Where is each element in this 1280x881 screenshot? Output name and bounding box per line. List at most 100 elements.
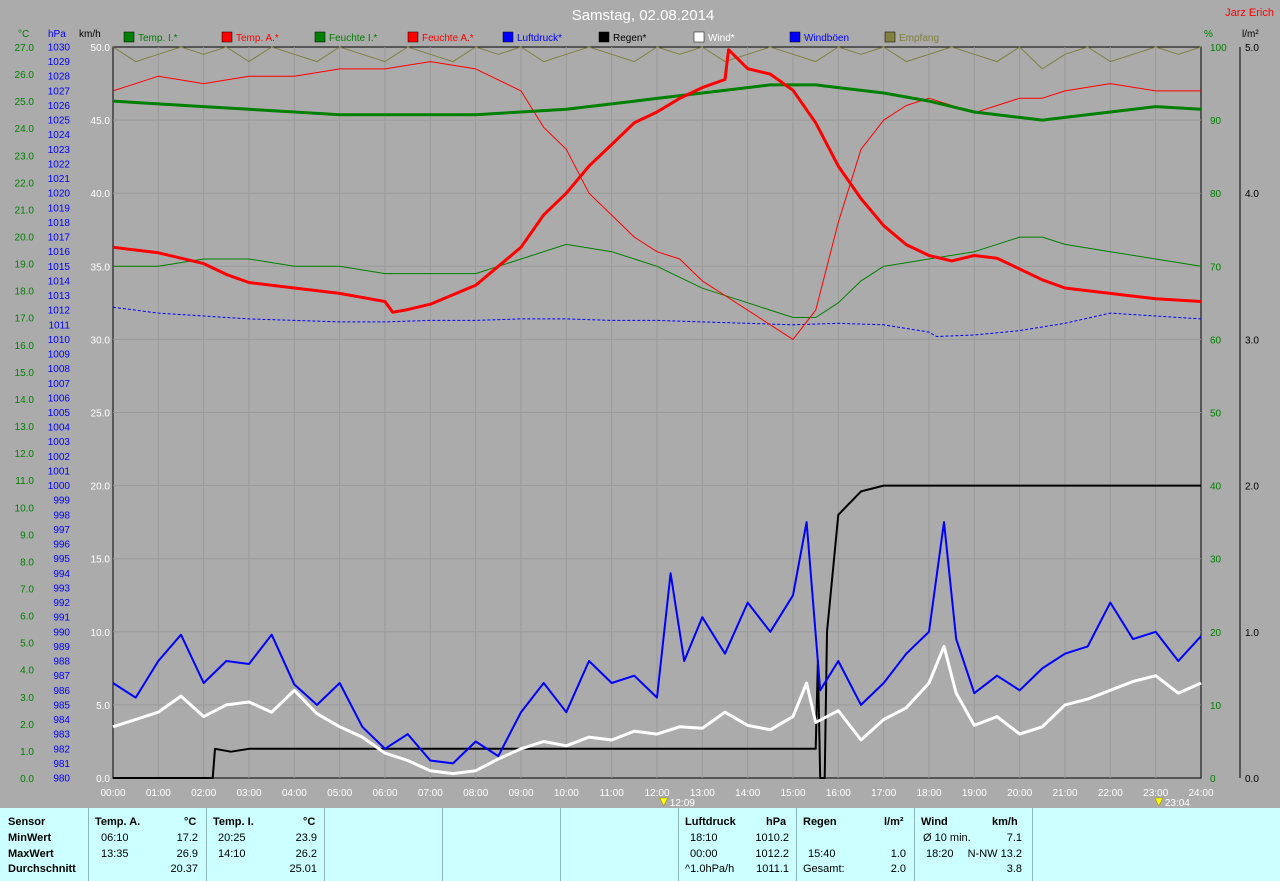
hpa-tick-label: 995 <box>53 554 70 565</box>
luftdruck-min-time: 18:10 <box>690 832 718 844</box>
celsius-tick-label: 19.0 <box>15 260 35 271</box>
temp-a-max-value: 26.9 <box>176 848 198 860</box>
x-tick-label: 02:00 <box>191 788 216 799</box>
celsius-tick-label: 5.0 <box>20 639 34 650</box>
hpa-tick-label: 1019 <box>48 203 71 214</box>
x-tick-label: 19:00 <box>962 788 987 799</box>
hpa-tick-label: 1006 <box>48 393 71 404</box>
time-marker-label: 12:09 <box>670 798 695 808</box>
luftdruck-header: Luftdruck <box>685 816 736 828</box>
percent-tick-label: 20 <box>1210 628 1222 639</box>
hpa-tick-label: 982 <box>53 744 70 755</box>
legend-swatch <box>884 31 896 43</box>
luftdruck-trend: ^1.0hPa/h <box>685 863 735 875</box>
celsius-tick-label: 1.0 <box>20 747 34 758</box>
hpa-tick-label: 989 <box>53 642 70 653</box>
hpa-tick-label: 993 <box>53 583 70 594</box>
celsius-tick-label: 7.0 <box>20 584 34 595</box>
regen-unit: l/m² <box>884 816 904 828</box>
hpa-tick-label: 991 <box>53 613 70 624</box>
hpa-tick-label: 984 <box>53 715 70 726</box>
celsius-tick-label: 14.0 <box>15 395 35 406</box>
temp-i-max-value: 26.2 <box>295 848 317 860</box>
luftdruck-unit: hPa <box>766 816 787 828</box>
celsius-tick-label: 13.0 <box>15 422 35 433</box>
panel-separator <box>324 808 325 881</box>
x-tick-label: 09:00 <box>508 788 533 799</box>
percent-tick-label: 10 <box>1210 701 1222 712</box>
wind-unit: km/h <box>992 816 1018 828</box>
hpa-tick-label: 988 <box>53 657 70 668</box>
hpa-tick-label: 1018 <box>48 218 71 229</box>
hpa-unit-label: hPa <box>48 29 66 40</box>
x-tick-label: 18:00 <box>916 788 941 799</box>
hpa-tick-label: 1013 <box>48 291 71 302</box>
hpa-tick-label: 1007 <box>48 379 71 390</box>
hpa-tick-label: 1022 <box>48 159 71 170</box>
legend-swatch <box>598 31 610 43</box>
celsius-tick-label: 15.0 <box>15 368 35 379</box>
kmh-unit-label: km/h <box>79 29 101 40</box>
hpa-tick-label: 986 <box>53 686 70 697</box>
celsius-tick-label: 11.0 <box>15 476 34 487</box>
rain-tick-label: 4.0 <box>1245 189 1259 200</box>
x-tick-label: 14:00 <box>735 788 760 799</box>
legend-swatch <box>123 31 135 43</box>
hpa-tick-label: 1002 <box>48 452 71 463</box>
celsius-tick-label: 10.0 <box>15 503 35 514</box>
hpa-tick-label: 1016 <box>48 247 71 258</box>
legend-swatch <box>693 31 705 43</box>
percent-tick-label: 50 <box>1210 409 1222 420</box>
x-tick-label: 10:00 <box>554 788 579 799</box>
wind-avg-value: 3.8 <box>1006 863 1022 875</box>
percent-tick-label: 30 <box>1210 555 1222 566</box>
hpa-tick-label: 1020 <box>48 189 71 200</box>
temp-a-min-time: 06:10 <box>101 832 129 844</box>
rain-tick-label: 0.0 <box>1245 774 1259 785</box>
legend-label: Temp. I.* <box>138 33 178 44</box>
celsius-tick-label: 6.0 <box>20 612 34 623</box>
hpa-tick-label: 1005 <box>48 408 71 419</box>
temp-a-header: Temp. A. <box>95 816 141 828</box>
legend-label: Luftdruck* <box>517 33 562 44</box>
wind-avg10-label: Ø 10 min. <box>923 832 971 844</box>
temp-i-min-time: 20:25 <box>218 832 246 844</box>
hpa-tick-label: 987 <box>53 671 70 682</box>
hpa-tick-label: 997 <box>53 525 70 536</box>
kmh-tick-label: 10.0 <box>91 628 111 639</box>
x-tick-label: 07:00 <box>418 788 443 799</box>
legend-label: Feuchte I.* <box>329 33 377 44</box>
hpa-tick-label: 1029 <box>48 57 71 68</box>
luftdruck-max-value: 1012.2 <box>755 848 789 860</box>
celsius-tick-label: 12.0 <box>15 449 35 460</box>
temp-i-header: Temp. I. <box>213 816 254 828</box>
kmh-tick-label: 40.0 <box>91 189 111 200</box>
statistics-panel: Sensor MinWert MaxWert Durchschnitt Temp… <box>0 808 1280 881</box>
hpa-tick-label: 1024 <box>48 130 71 141</box>
wind-header: Wind <box>921 816 948 828</box>
rain-tick-label: 1.0 <box>1245 628 1259 639</box>
kmh-tick-label: 30.0 <box>91 335 111 346</box>
percent-tick-label: 100 <box>1210 43 1227 54</box>
percent-tick-label: 0 <box>1210 774 1216 785</box>
percent-tick-label: 60 <box>1210 335 1222 346</box>
hpa-tick-label: 1010 <box>48 335 71 346</box>
hpa-tick-label: 1003 <box>48 437 71 448</box>
hpa-tick-label: 996 <box>53 540 70 551</box>
legend-label: Wind* <box>708 33 735 44</box>
rain-tick-label: 2.0 <box>1245 482 1259 493</box>
regen-max-time: 15:40 <box>808 848 836 860</box>
x-tick-label: 15:00 <box>780 788 805 799</box>
luftdruck-avg: 1011.1 <box>756 863 789 875</box>
hpa-tick-label: 1021 <box>48 174 71 185</box>
panel-separator <box>678 808 679 881</box>
hpa-tick-label: 1004 <box>48 423 71 434</box>
legend-swatch <box>789 31 801 43</box>
rain-tick-label: 3.0 <box>1245 335 1259 346</box>
x-tick-label: 21:00 <box>1052 788 1077 799</box>
hpa-tick-label: 985 <box>53 700 70 711</box>
chart-title: Samstag, 02.08.2014 <box>572 7 715 24</box>
hpa-tick-label: 990 <box>53 627 70 638</box>
rain-tick-label: 5.0 <box>1245 43 1259 54</box>
celsius-tick-label: 9.0 <box>20 530 34 541</box>
